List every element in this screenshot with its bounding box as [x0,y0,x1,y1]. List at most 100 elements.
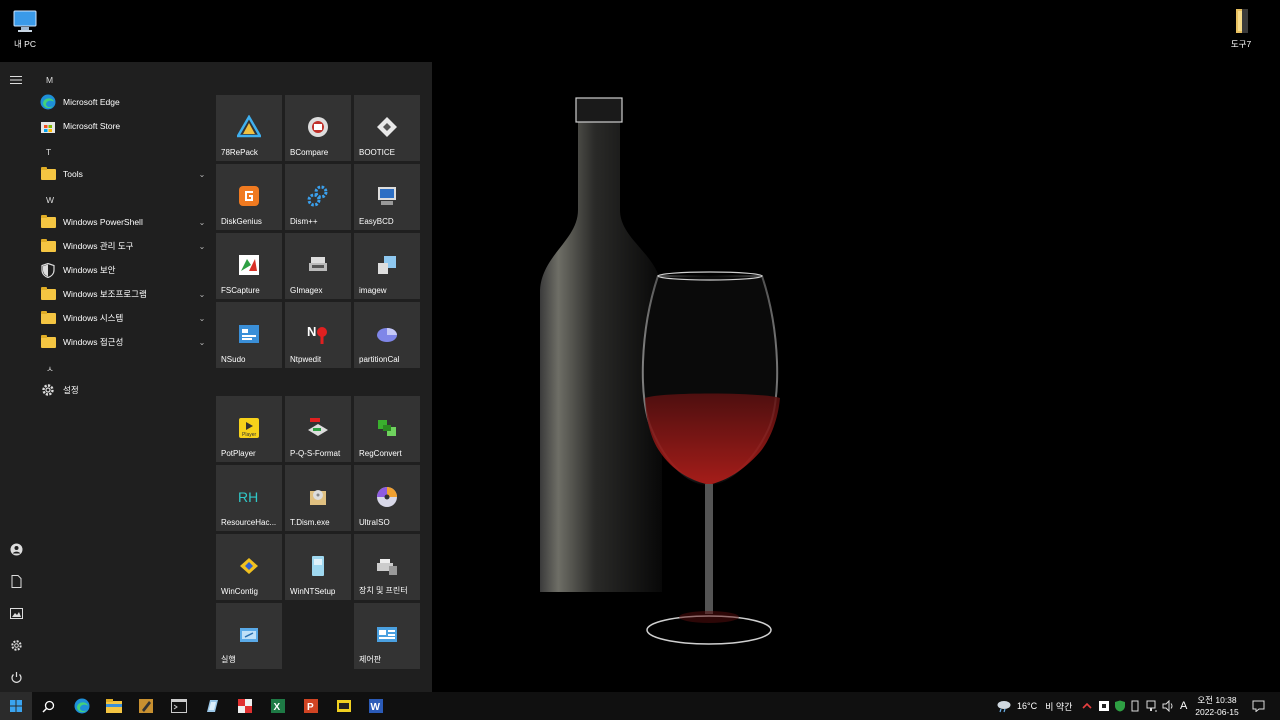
powerpoint-icon: P [304,699,318,713]
tile-wincontig[interactable]: WinContig [216,534,282,600]
app-item-label: Microsoft Store [63,121,121,131]
app-item-windows-security[interactable]: Windows 보안 [40,259,208,281]
taskbar-file-explorer[interactable] [98,692,130,720]
tile-label: WinContig [221,587,258,596]
tile-regconvert[interactable]: RegConvert [354,396,420,462]
app-item-tools[interactable]: Tools ⌄ [40,163,208,185]
winntsetup-icon [312,556,324,576]
taskbar-app-blue[interactable] [196,692,228,720]
group-header-m[interactable]: M [46,75,53,85]
desktop-icon-this-pc[interactable]: 내 PC [0,6,50,50]
tile-devices-printers[interactable]: 장치 및 프린터 [354,534,420,600]
windows-logo-icon [10,700,22,712]
tile-label: imagew [359,286,387,295]
tile-imagew[interactable]: imagew [354,233,420,299]
chevron-up-icon [1082,702,1092,709]
tile-dism-plus[interactable]: Dism++ [285,164,351,230]
taskbar-edge[interactable] [66,692,98,720]
tile-78repack[interactable]: 78RePack [216,95,282,161]
tile-label: Dism++ [290,217,318,226]
taskbar: X P W 16°C 비 약간 A 오전 10:38 2022-06-15 [0,692,1280,720]
clock[interactable]: 오전 10:38 2022-06-15 [1192,694,1242,718]
user-account-button[interactable] [6,539,26,559]
tile-gimagex[interactable]: GImagex [285,233,351,299]
folder-icon [40,214,56,230]
control-panel-icon [377,627,397,642]
tray-chevron-button[interactable] [1082,692,1092,720]
group-header-s[interactable]: ㅅ [46,363,54,375]
search-icon [41,700,54,713]
taskbar-excel[interactable]: X [262,692,294,720]
pictures-button[interactable] [6,603,26,623]
weather-desc: 비 약간 [1045,701,1073,712]
app-item-microsoft-edge[interactable]: Microsoft Edge [40,91,208,113]
start-button[interactable] [0,692,32,720]
app-item-microsoft-store[interactable]: Microsoft Store [40,115,208,137]
tray-icon-security[interactable] [1114,692,1126,720]
tray-volume[interactable] [1162,692,1174,720]
tile-nsudo[interactable]: NSudo [216,302,282,368]
edge-icon [74,698,90,714]
tile-label: 실행 [221,655,236,664]
app-item-windows-admin-tools[interactable]: Windows 관리 도구 ⌄ [40,235,208,257]
tile-bootice[interactable]: BOOTICE [354,95,420,161]
app-item-settings[interactable]: 설정 [40,379,208,401]
tile-tdism[interactable]: T.Dism.exe [285,465,351,531]
run-icon [240,628,258,642]
tile-run[interactable]: 실행 [216,603,282,669]
tray-icon-usb[interactable] [1130,692,1140,720]
app-item-label: Windows PowerShell [63,217,143,227]
potplayer-icon: Player [239,418,259,438]
chevron-down-icon: ⌄ [198,241,206,251]
tile-resourcehacker[interactable]: RH ResourceHac... [216,465,282,531]
taskbar-command-prompt[interactable] [163,692,195,720]
start-menu: M Microsoft Edge Microsoft Store T Tools… [0,62,432,692]
group-header-w[interactable]: W [46,195,54,205]
app-item-windows-powershell[interactable]: Windows PowerShell ⌄ [40,211,208,233]
tile-partitioncal[interactable]: partitionCal [354,302,420,368]
tile-pqs-format[interactable]: P-Q-S-Format [285,396,351,462]
app-item-label: Windows 보안 [63,265,116,275]
taskbar-app-yellow[interactable] [328,692,360,720]
tile-control-panel[interactable]: 제어판 [354,603,420,669]
chevron-down-icon: ⌄ [198,337,206,347]
tile-label: 장치 및 프린터 [359,586,408,595]
tray-icon-network-app[interactable] [1098,692,1110,720]
disc-icon [377,487,397,507]
taskbar-app-colorful[interactable] [229,692,261,720]
desktop-icon-tools7[interactable]: 도구7 [1216,6,1266,50]
tile-label: ResourceHac... [221,518,277,527]
tile-ultraiso[interactable]: UltraISO [354,465,420,531]
tile-potplayer[interactable]: Player PotPlayer [216,396,282,462]
tdism-icon [310,490,326,505]
excel-icon: X [271,699,285,713]
svg-text:RH: RH [238,489,258,505]
tray-network[interactable] [1146,692,1158,720]
settings-button[interactable] [6,635,26,655]
notification-center-button[interactable] [1252,692,1265,720]
nsudo-icon [239,325,259,343]
rh-icon: RH [238,489,258,505]
app-item-windows-accessories[interactable]: Windows 보조프로그램 ⌄ [40,283,208,305]
tile-easybcd[interactable]: EasyBCD [354,164,420,230]
app-item-windows-system[interactable]: Windows 시스템 ⌄ [40,307,208,329]
tile-label: P-Q-S-Format [290,449,341,458]
format-icon [308,418,328,436]
group-header-t[interactable]: T [46,147,51,157]
input-method-indicator[interactable]: A [1180,692,1187,720]
documents-button[interactable] [6,571,26,591]
tile-fscapture[interactable]: FSCapture [216,233,282,299]
tile-ntpwedit[interactable]: N Ntpwedit [285,302,351,368]
pen-app-icon [139,699,153,713]
power-button[interactable] [6,667,26,687]
app-item-windows-accessibility[interactable]: Windows 접근성 ⌄ [40,331,208,353]
weather-widget[interactable]: 16°C 비 약간 [996,692,1072,720]
taskbar-word[interactable]: W [360,692,392,720]
hamburger-menu-button[interactable] [6,70,26,90]
tile-bcompare[interactable]: BCompare [285,95,351,161]
taskbar-app-pen[interactable] [130,692,162,720]
tile-winntsetup[interactable]: WinNTSetup [285,534,351,600]
taskbar-powerpoint[interactable]: P [295,692,327,720]
search-button[interactable] [32,692,64,720]
tile-diskgenius[interactable]: DiskGenius [216,164,282,230]
